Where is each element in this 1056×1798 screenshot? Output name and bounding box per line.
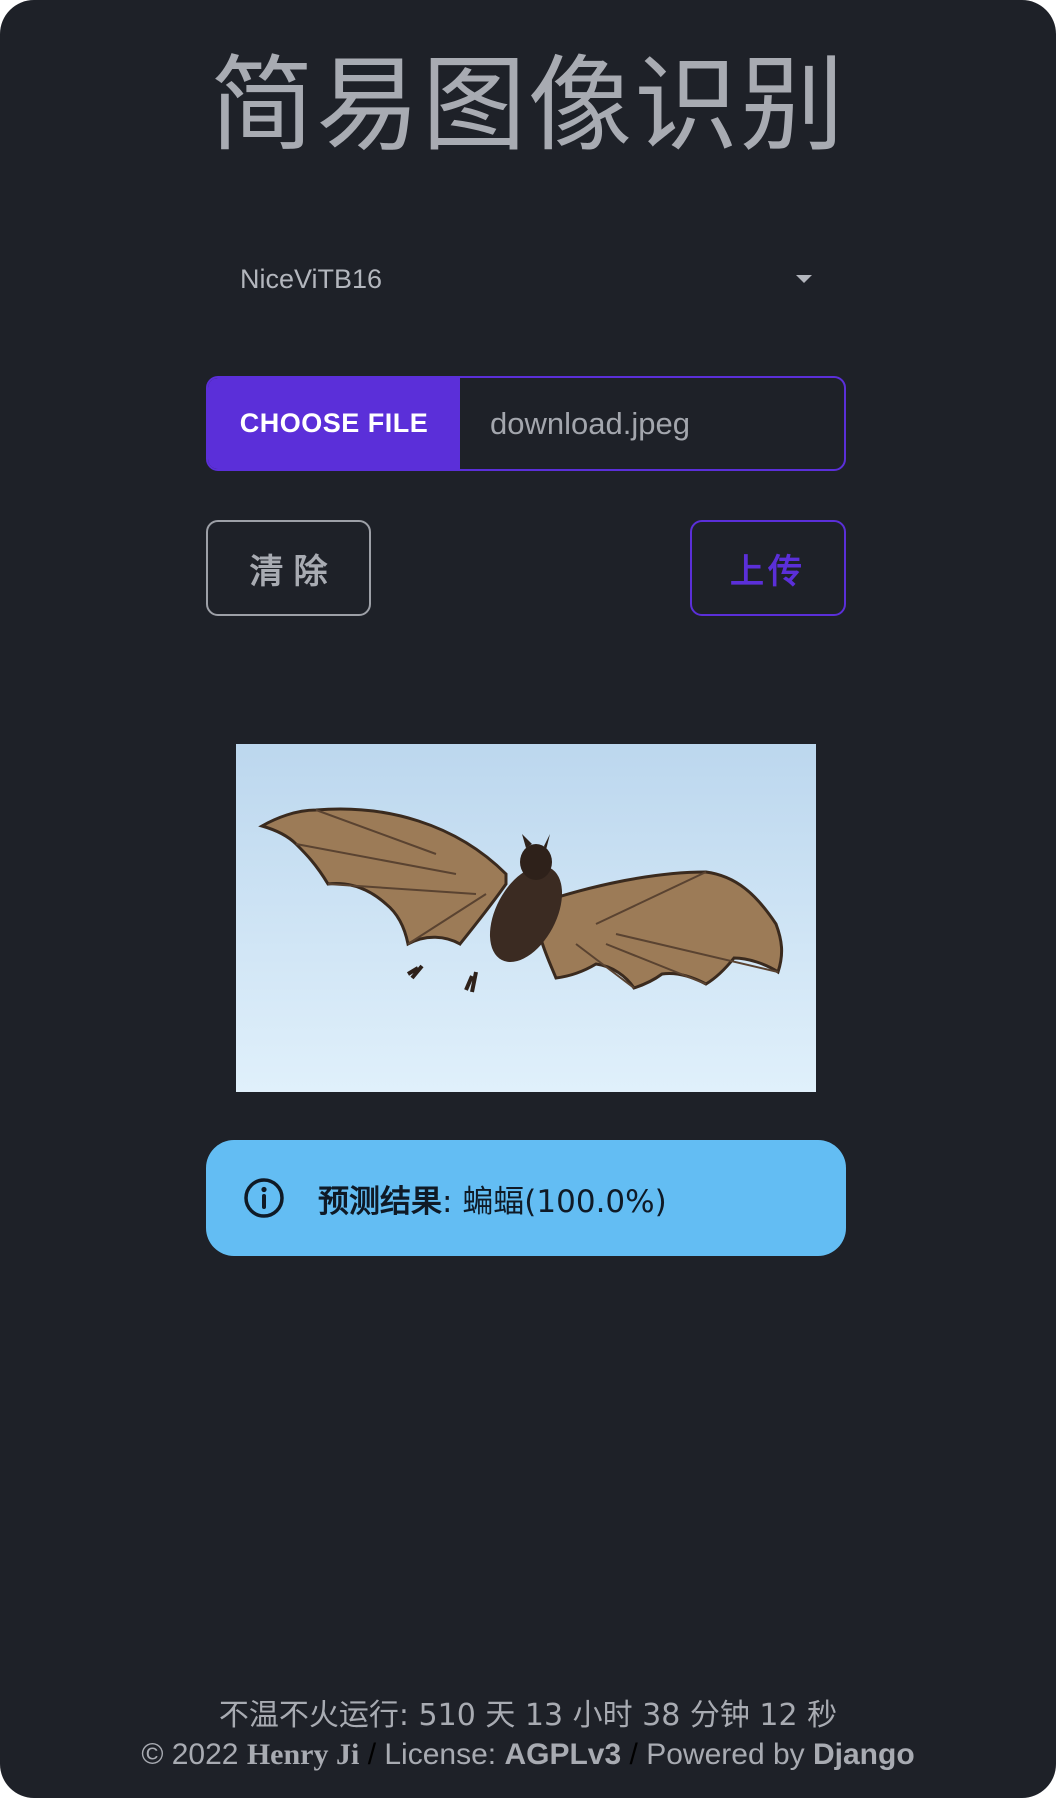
bat-photo [236, 744, 816, 1092]
file-name-display: download.jpeg [490, 405, 690, 441]
author-name: Henry Ji [246, 1738, 360, 1771]
clear-button[interactable]: 清除 [206, 520, 371, 616]
prediction-result-text: 预测结果: 蝙蝠(100.0%) [318, 1176, 667, 1221]
uptime-text: 不温不火运行: 510 天 13 小时 38 分钟 12 秒 [218, 1698, 838, 1733]
powered-by-label: Powered by [646, 1738, 805, 1771]
prediction-separator: : [442, 1183, 453, 1220]
footer-separator: / [629, 1738, 638, 1771]
prediction-result-alert: 预测结果: 蝙蝠(100.0%) [206, 1140, 846, 1256]
model-select[interactable]: NiceViTB16 [206, 252, 822, 306]
info-icon [244, 1178, 284, 1218]
choose-file-button[interactable]: CHOOSE FILE [208, 378, 460, 469]
footer-separator: / [367, 1738, 377, 1771]
chevron-down-icon [796, 275, 812, 283]
license-link[interactable]: AGPLv3 [504, 1738, 621, 1771]
footer-credits: © 2022 Henry Ji / License: AGPLv3 / Powe… [0, 1738, 1056, 1772]
model-select-value: NiceViTB16 [240, 263, 383, 294]
django-link[interactable]: Django [813, 1738, 915, 1771]
license-label: License: [384, 1738, 497, 1771]
prediction-label: 预测结果 [318, 1183, 442, 1220]
image-preview [236, 744, 816, 1092]
upload-button[interactable]: 上传 [690, 520, 846, 616]
copyright-text: © 2022 [141, 1738, 239, 1771]
prediction-value: 蝙蝠(100.0%) [462, 1183, 667, 1220]
app-container: 简易图像识别 NiceViTB16 CHOOSE FILE download.j… [0, 0, 1056, 1798]
file-input[interactable]: CHOOSE FILE download.jpeg [206, 376, 846, 471]
page-title: 简易图像识别 [209, 44, 846, 166]
